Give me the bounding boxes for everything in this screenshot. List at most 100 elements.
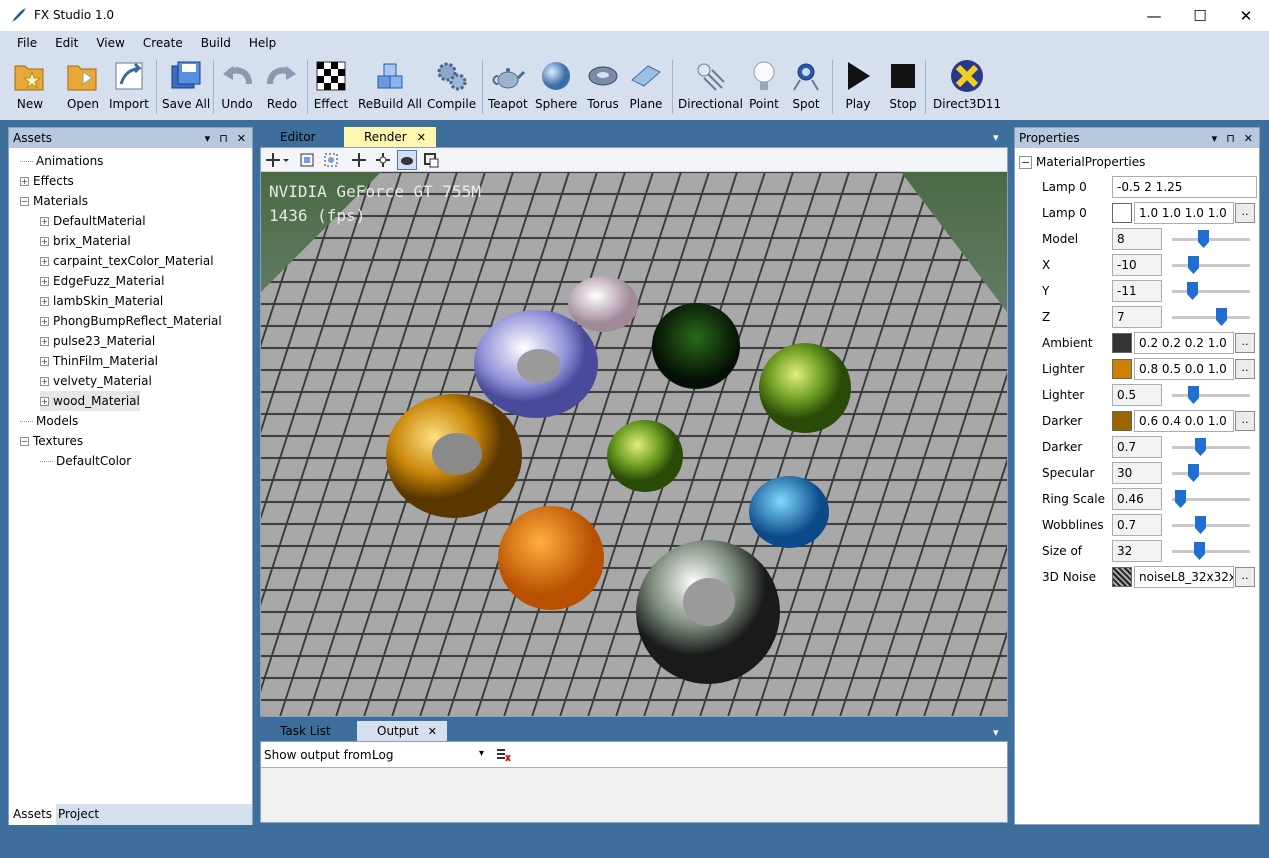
property-number-field[interactable]: 0.46 (1112, 488, 1162, 510)
directional-light-button[interactable]: Directional (678, 58, 743, 116)
property-number-field[interactable]: -10 (1112, 254, 1162, 276)
color-swatch[interactable] (1112, 203, 1132, 223)
tree-item[interactable]: Models (20, 411, 78, 431)
pin-icon[interactable]: ⊓ (1226, 132, 1235, 145)
spot-light-button[interactable]: Spot (788, 58, 824, 116)
slider-thumb[interactable] (1188, 256, 1200, 274)
rebuild-all-button[interactable]: ReBuild All (358, 58, 422, 116)
slider-thumb[interactable] (1186, 282, 1198, 300)
tree-item[interactable]: + carpaint_texColor_Material (40, 251, 214, 271)
open-button[interactable]: Open (65, 58, 101, 116)
browse-button[interactable]: .. (1235, 333, 1255, 353)
slider-track[interactable] (1172, 316, 1250, 319)
expand-icon[interactable]: + (40, 336, 49, 346)
tab-output[interactable]: Output ✕ (357, 721, 447, 741)
tab-editor[interactable]: Editor (270, 127, 326, 147)
effect-button[interactable]: Effect (313, 58, 349, 116)
menu-edit[interactable]: Edit (46, 36, 87, 50)
close-window-button[interactable]: ✕ (1223, 0, 1269, 31)
move-icon[interactable] (351, 152, 367, 168)
slider-thumb[interactable] (1216, 308, 1228, 326)
clear-output-icon[interactable] (495, 747, 511, 763)
browse-button[interactable]: .. (1235, 411, 1255, 431)
property-color-field[interactable]: 0.2 0.2 0.2 1.0 (1134, 332, 1234, 354)
play-button[interactable]: Play (840, 58, 876, 116)
zoom-extents-icon[interactable] (299, 152, 315, 168)
tab-assets[interactable]: Assets (9, 804, 57, 825)
maximize-button[interactable]: ☐ (1177, 0, 1223, 31)
minimize-button[interactable]: — (1131, 0, 1177, 31)
transform-mode-icon[interactable] (265, 152, 289, 168)
slider-track[interactable] (1172, 472, 1250, 475)
new-button[interactable]: New (12, 58, 48, 116)
property-text-field[interactable]: -0.5 2 1.25 (1112, 176, 1257, 198)
property-number-field[interactable]: -11 (1112, 280, 1162, 302)
browse-button[interactable]: .. (1235, 567, 1255, 587)
slider-thumb[interactable] (1198, 230, 1210, 248)
menu-view[interactable]: View (87, 36, 133, 50)
property-number-field[interactable]: 0.7 (1112, 514, 1162, 536)
slider-thumb[interactable] (1174, 490, 1186, 508)
undo-button[interactable]: Undo (219, 58, 255, 116)
slider-track[interactable] (1172, 238, 1250, 241)
collapse-icon[interactable]: − (20, 436, 29, 446)
tab-task-list[interactable]: Task List (270, 721, 341, 741)
expand-icon[interactable]: + (40, 216, 49, 226)
collapse-icon[interactable]: − (1019, 155, 1032, 169)
import-button[interactable]: Import (109, 58, 149, 116)
property-number-field[interactable]: 8 (1112, 228, 1162, 250)
property-number-field[interactable]: 0.7 (1112, 436, 1162, 458)
tree-item[interactable]: + PhongBumpReflect_Material (40, 311, 222, 331)
expand-icon[interactable]: + (40, 236, 49, 246)
tree-item[interactable]: + lambSkin_Material (40, 291, 163, 311)
slider-track[interactable] (1172, 446, 1250, 449)
expand-icon[interactable]: + (40, 276, 49, 286)
property-number-field[interactable]: 7 (1112, 306, 1162, 328)
expand-icon[interactable]: + (40, 296, 49, 306)
menu-build[interactable]: Build (192, 36, 240, 50)
dropdown-icon[interactable]: ▾ (1212, 132, 1218, 145)
material-properties-section[interactable]: − MaterialProperties (1019, 153, 1145, 171)
compile-button[interactable]: Compile (427, 58, 476, 116)
close-icon[interactable]: ✕ (1244, 132, 1253, 145)
collapse-icon[interactable]: − (20, 196, 29, 206)
direct3d11-button[interactable]: Direct3D11 (933, 58, 1001, 116)
dropdown-icon[interactable]: ▾ (993, 131, 999, 144)
close-icon[interactable]: ✕ (237, 132, 246, 145)
expand-icon[interactable]: + (20, 176, 29, 186)
slider-thumb[interactable] (1188, 464, 1200, 482)
property-color-field[interactable]: 0.6 0.4 0.0 1.0 (1134, 410, 1234, 432)
color-swatch[interactable] (1112, 333, 1132, 353)
property-color-field[interactable]: 0.8 0.5 0.0 1.0 (1134, 358, 1234, 380)
property-color-field[interactable]: 1.0 1.0 1.0 1.0 (1134, 202, 1234, 224)
teapot-button[interactable]: Teapot (488, 58, 528, 116)
tree-item[interactable]: DefaultColor (40, 451, 131, 471)
tree-item[interactable]: + ThinFilm_Material (40, 351, 158, 371)
menu-help[interactable]: Help (240, 36, 285, 50)
slider-track[interactable] (1172, 264, 1250, 267)
tree-item[interactable]: Animations (20, 151, 103, 171)
tab-project[interactable]: Project (58, 807, 99, 821)
tree-item[interactable]: + Effects (20, 171, 74, 191)
tree-item[interactable]: + wood_Material (40, 391, 140, 411)
torus-button[interactable]: Torus (585, 58, 621, 116)
dropdown-icon[interactable]: ▾ (993, 726, 999, 739)
point-light-button[interactable]: Point (746, 58, 782, 116)
property-number-field[interactable]: 0.5 (1112, 384, 1162, 406)
slider-thumb[interactable] (1195, 438, 1207, 456)
scale-icon[interactable] (423, 152, 439, 168)
close-icon[interactable]: ✕ (428, 725, 437, 738)
close-icon[interactable]: ✕ (417, 131, 426, 144)
slider-track[interactable] (1172, 394, 1250, 397)
redo-button[interactable]: Redo (264, 58, 300, 116)
zoom-selected-icon[interactable] (323, 152, 339, 168)
stop-button[interactable]: Stop (885, 58, 921, 116)
color-swatch[interactable] (1112, 411, 1132, 431)
tree-item[interactable]: + EdgeFuzz_Material (40, 271, 164, 291)
tree-item[interactable]: + pulse23_Material (40, 331, 155, 351)
tree-item[interactable]: + DefaultMaterial (40, 211, 146, 231)
viewport-3d[interactable] (261, 172, 1007, 716)
property-number-field[interactable]: 30 (1112, 462, 1162, 484)
menu-create[interactable]: Create (134, 36, 192, 50)
slider-thumb[interactable] (1195, 516, 1207, 534)
